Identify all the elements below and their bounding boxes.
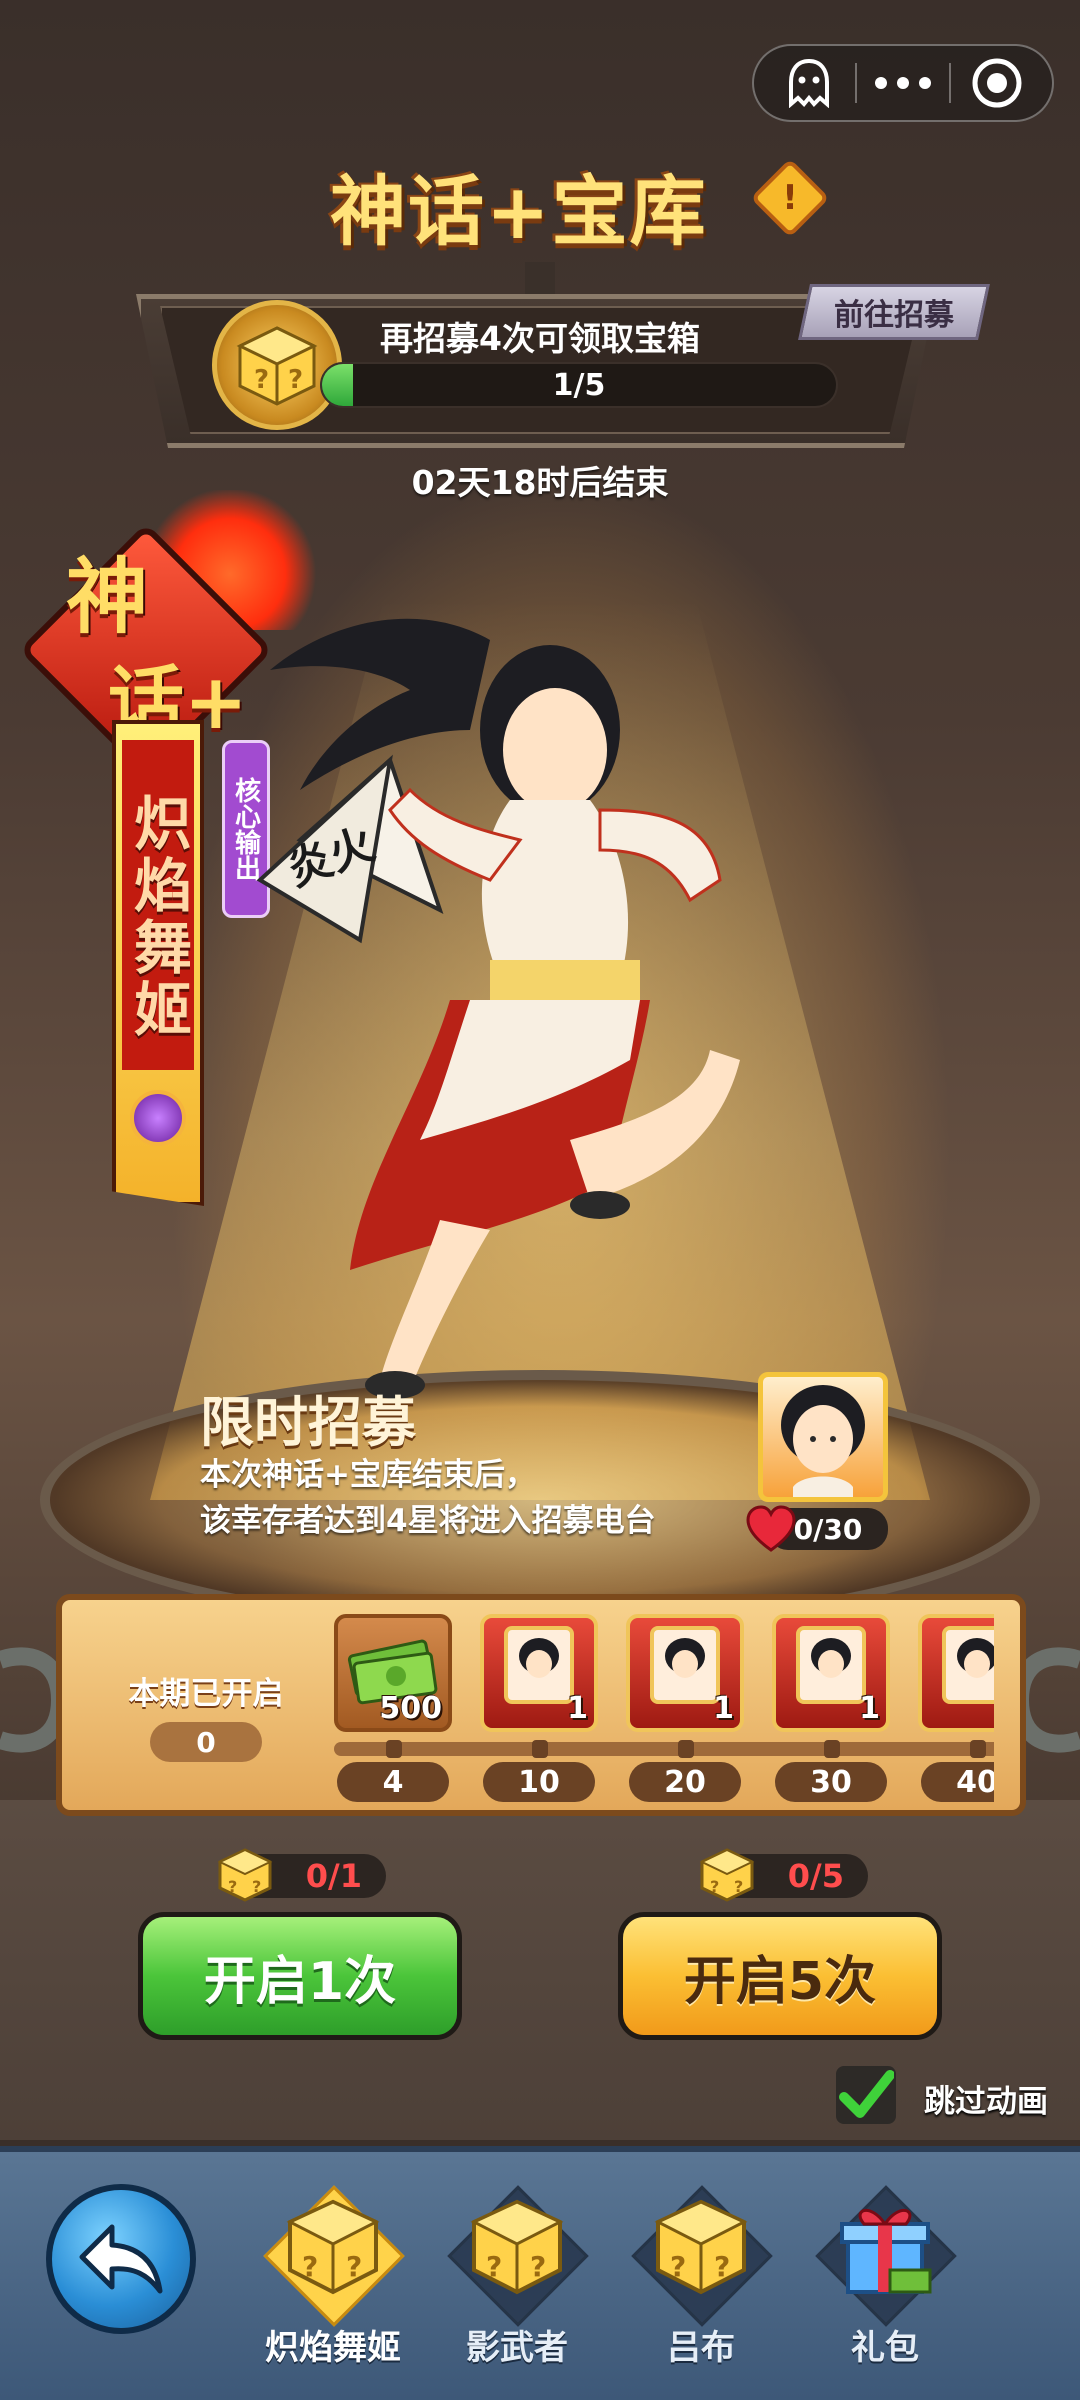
hero-shard-reward[interactable]: 1 [480,1614,598,1732]
open-once-label: 开启1次 [203,1951,397,2012]
goto-recruit-button[interactable]: 前往招募 [798,284,990,340]
svg-text:?: ? [254,365,269,395]
milestone-rewards-scroll[interactable]: 500 4 1 10 1 20 1 30 40 [334,1606,994,1806]
open1-cost-text: 0/1 [305,1857,362,1895]
svg-text:?: ? [302,2250,318,2283]
open5-cost-text: 0/5 [787,1857,844,1895]
hero-shard-reward[interactable]: 1 [626,1614,744,1732]
svg-text:?: ? [714,2250,730,2283]
reward-quantity: 1 [713,1691,734,1726]
mystery-box-icon: ?? [278,2192,388,2302]
mini-program-capsule [752,44,1054,122]
info-icon-glyph: ! [782,178,798,218]
mystery-box-icon: ? ? [217,1848,273,1902]
opened-count-label: 本期已开启 [128,1676,284,1712]
svg-text:?: ? [710,1877,719,1896]
open-five-button[interactable]: 开启5次 [618,1912,942,2040]
nav-tab-3[interactable]: 礼包 [800,2170,970,2380]
svg-text:?: ? [734,1877,743,1896]
back-arrow-icon [79,2224,163,2294]
page-title: 神话+宝库 [330,167,708,256]
gift-box-icon [830,2192,940,2302]
nav-tab-label: 影武者 [466,2328,568,2368]
ghost-icon[interactable] [774,53,844,113]
milestone-tick [970,1740,986,1758]
mystery-box-icon: ?? [646,2192,756,2302]
hero-shard-reward[interactable]: 1 [772,1614,890,1732]
rarity-text-1: 神 [66,550,149,645]
heart-shard-icon [746,1505,796,1552]
desc-line-2: 该幸存者达到4星将进入招募电台 [200,1503,656,1539]
nav-tab-1[interactable]: ?? 影武者 [432,2170,602,2380]
target-icon[interactable] [962,53,1032,113]
reward-quantity: 1 [567,1691,588,1726]
hero-name: 炽焰舞姬 [124,793,192,1041]
milestone-threshold: 20 [629,1762,741,1802]
limited-recruit-title: 限时招募 [200,1391,416,1454]
hero-card-icon [942,1626,994,1704]
skip-animation-label: 跳过动画 [924,2084,1048,2120]
event-timer: 02天18时后结束 [411,463,669,502]
nav-tab-label: 礼包 [851,2328,919,2368]
nav-tab-label: 吕布 [667,2328,735,2368]
chest-progress-label: 再招募4次可领取宝箱 [380,319,700,358]
cash-reward[interactable]: 500 [334,1614,452,1732]
milestone-tick [532,1740,548,1758]
nav-tab-2[interactable]: ?? 吕布 [616,2170,786,2380]
chest-progress-bar: 1/5 [320,362,838,408]
faction-emblem-icon [130,1090,186,1146]
svg-text:?: ? [530,2250,546,2283]
nav-tab-0[interactable]: ?? 炽焰舞姬 [248,2170,418,2380]
svg-text:?: ? [670,2250,686,2283]
milestone-threshold: 10 [483,1762,595,1802]
svg-text:?: ? [252,1877,261,1896]
capsule-divider [949,63,952,103]
svg-text:?: ? [228,1877,237,1896]
milestone-tick [678,1740,694,1758]
open-five-label: 开启5次 [683,1951,877,2012]
limited-recruit-desc: 本次神话+宝库结束后， 该幸存者达到4星将进入招募电台 [200,1452,760,1552]
milestone-tick [824,1740,840,1758]
goto-recruit-label: 前往招募 [834,298,954,333]
opened-count: 0 [150,1722,262,1762]
hero-avatar[interactable] [758,1372,888,1502]
nav-tab-label: 炽焰舞姬 [265,2328,401,2368]
milestone-track [334,1742,994,1756]
milestone-threshold: 40 [921,1762,994,1802]
folding-fan: 炎火 [256,754,444,944]
open-once-button[interactable]: 开启1次 [138,1912,462,2040]
progress-text: 1/5 [552,367,606,403]
more-icon[interactable] [868,53,938,113]
svg-text:?: ? [486,2250,502,2283]
back-button[interactable] [46,2184,196,2334]
milestone-threshold: 30 [775,1762,887,1802]
milestone-tick [386,1740,402,1758]
hero-shard-reward[interactable] [918,1614,994,1732]
reward-quantity: 1 [859,1691,880,1726]
mystery-box-icon: ?? [462,2192,572,2302]
svg-text:?: ? [288,365,303,395]
capsule-divider [854,63,857,103]
hero-character-art[interactable]: 炎火 [240,580,820,1400]
desc-line-1: 本次神话+宝库结束后， [200,1457,536,1493]
milestone-threshold: 4 [337,1762,449,1802]
skip-animation-checkbox[interactable] [836,2066,896,2124]
checkmark-icon [839,2070,894,2118]
mystery-box-icon: ? ? [699,1848,755,1902]
reward-quantity: 500 [379,1691,442,1726]
svg-text:?: ? [346,2250,362,2283]
